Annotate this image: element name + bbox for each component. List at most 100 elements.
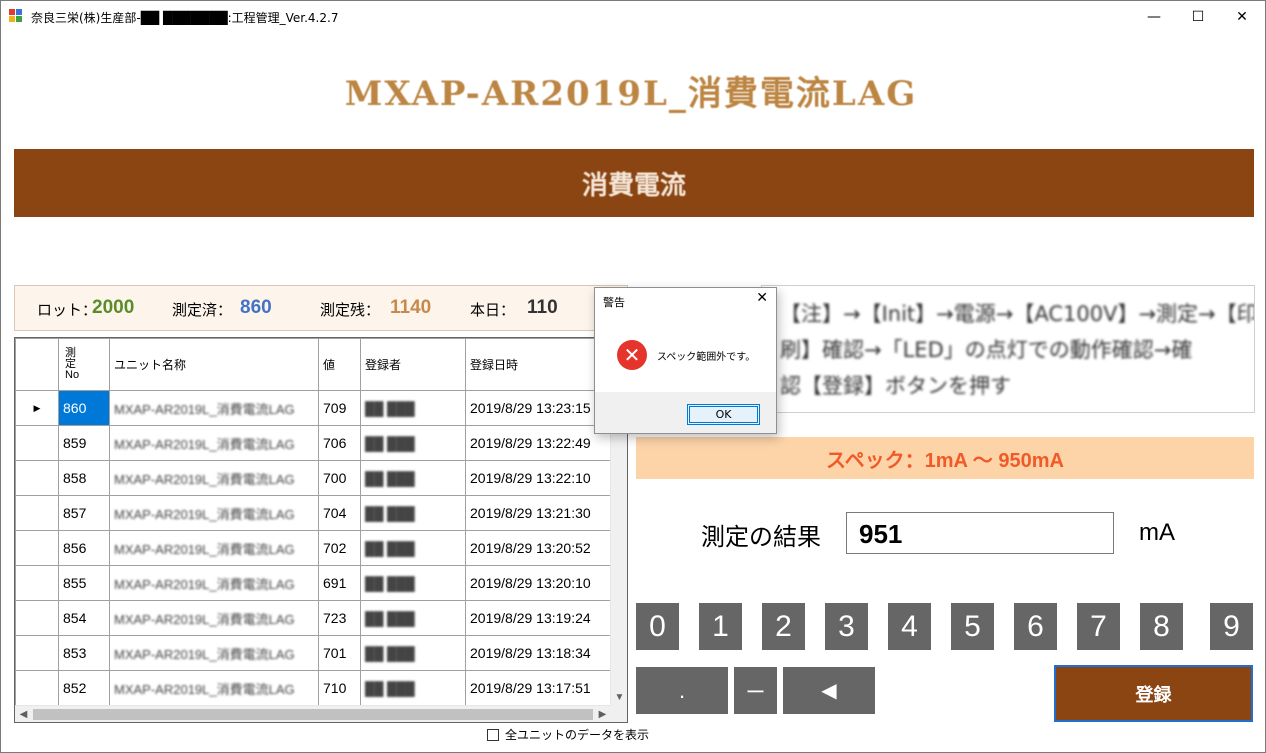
key-2[interactable]: 2 [762,603,805,650]
cell-value[interactable]: 701 [318,635,361,671]
table-row[interactable]: 855 MXAP-AR2019L_消費電流LAG 691 ██ ███ 2019/8/2… [15,565,616,601]
cell-value[interactable]: 709 [318,390,361,426]
cell-value[interactable]: 704 [318,495,361,531]
cell-no[interactable]: 854 [58,600,110,636]
row-indicator-icon[interactable] [15,530,59,566]
cell-date[interactable]: 2019/8/29 13:18:34 [465,635,616,671]
cell-user[interactable]: ██ ███ [360,600,466,636]
counters-bar: ロット： 2000 測定済： 860 測定残： 1140 本日： 110 [14,285,628,331]
row-indicator-icon[interactable] [15,670,59,706]
cell-user[interactable]: ██ ███ [360,425,466,461]
cell-value[interactable]: 702 [318,530,361,566]
backspace-icon[interactable]: ◀ [783,667,875,714]
key-5[interactable]: 5 [951,603,994,650]
minimize-button[interactable]: — [1131,1,1177,32]
table-row[interactable]: 853 MXAP-AR2019L_消費電流LAG 701 ██ ███ 2019/8/2… [15,635,616,671]
measurement-grid[interactable]: 測 定 No ユニット名称 値 登録者 登録日時 ▶ 860 MXAP-AR2019… [14,337,628,723]
table-row[interactable]: 852 MXAP-AR2019L_消費電流LAG 710 ██ ███ 2019/8/2… [15,670,616,706]
row-indicator-icon[interactable] [15,460,59,496]
cell-date[interactable]: 2019/8/29 13:22:49 [465,425,616,461]
cell-date[interactable]: 2019/8/29 13:20:52 [465,530,616,566]
close-button[interactable]: ✕ [1219,1,1265,32]
cell-unit-name[interactable]: MXAP-AR2019L_消費電流LAG [109,530,319,566]
row-indicator-icon[interactable] [15,635,59,671]
table-row[interactable]: 859 MXAP-AR2019L_消費電流LAG 706 ██ ███ 2019/8/2… [15,425,616,461]
cell-unit-name[interactable]: MXAP-AR2019L_消費電流LAG [109,635,319,671]
cell-value[interactable]: 710 [318,670,361,706]
result-input[interactable]: 951 [846,512,1114,554]
scroll-down-arrow-icon[interactable]: ▼ [611,689,627,706]
cell-value[interactable]: 723 [318,600,361,636]
cell-user[interactable]: ██ ███ [360,635,466,671]
column-header-unit-name[interactable]: ユニット名称 [109,338,319,391]
cell-date[interactable]: 2019/8/29 13:19:24 [465,600,616,636]
horizontal-scrollbar[interactable]: ◀ ▶ [15,705,611,722]
scroll-right-arrow-icon[interactable]: ▶ [594,706,611,722]
cell-user[interactable]: ██ ███ [360,530,466,566]
key-9[interactable]: 9 [1210,603,1253,650]
cell-no[interactable]: 856 [58,530,110,566]
lot-label: ロット： [37,302,98,319]
cell-no[interactable]: 853 [58,635,110,671]
row-indicator-icon[interactable] [15,600,59,636]
row-indicator-icon[interactable] [15,565,59,601]
cell-user[interactable]: ██ ███ [360,670,466,706]
dialog-close-icon[interactable]: ✕ [756,290,768,306]
cell-no[interactable]: 860 [58,390,110,426]
cell-value[interactable]: 706 [318,425,361,461]
cell-date[interactable]: 2019/8/29 13:17:51 [465,670,616,706]
cell-user[interactable]: ██ ███ [360,460,466,496]
key-minus[interactable]: ー [734,667,777,714]
key-1[interactable]: 1 [699,603,742,650]
cell-date[interactable]: 2019/8/29 13:22:10 [465,460,616,496]
key-7[interactable]: 7 [1077,603,1120,650]
horizontal-scroll-thumb[interactable] [33,709,593,720]
ok-button[interactable]: OK [687,404,760,425]
scroll-left-arrow-icon[interactable]: ◀ [15,706,32,722]
register-button[interactable]: 登録 [1054,665,1253,722]
cell-unit-name[interactable]: MXAP-AR2019L_消費電流LAG [109,565,319,601]
cell-user[interactable]: ██ ███ [360,390,466,426]
cell-no[interactable]: 852 [58,670,110,706]
show-all-units-checkbox[interactable]: 全ユニットのデータを表示 [487,726,649,743]
row-indicator-icon[interactable]: ▶ [15,390,59,426]
maximize-button[interactable]: ☐ [1175,1,1221,32]
row-indicator-icon[interactable] [15,495,59,531]
lot-value: 2000 [92,297,135,318]
title-bar[interactable]: 奈良三栄(株)生産部-██ ███████:工程管理_Ver.4.2.7 — ☐… [1,1,1265,32]
row-indicator-icon[interactable] [15,425,59,461]
cell-no[interactable]: 858 [58,460,110,496]
table-row[interactable]: 857 MXAP-AR2019L_消費電流LAG 704 ██ ███ 2019/8/2… [15,495,616,531]
key-6[interactable]: 6 [1014,603,1057,650]
key-0[interactable]: 0 [636,603,679,650]
table-row[interactable]: 858 MXAP-AR2019L_消費電流LAG 700 ██ ███ 2019/8/2… [15,460,616,496]
cell-unit-name[interactable]: MXAP-AR2019L_消費電流LAG [109,390,319,426]
cell-unit-name[interactable]: MXAP-AR2019L_消費電流LAG [109,670,319,706]
checkbox-box[interactable] [487,728,499,741]
cell-value[interactable]: 691 [318,565,361,601]
cell-unit-name[interactable]: MXAP-AR2019L_消費電流LAG [109,425,319,461]
key-8[interactable]: 8 [1140,603,1183,650]
cell-value[interactable]: 700 [318,460,361,496]
column-header-value[interactable]: 値 [318,338,361,391]
table-row[interactable]: 854 MXAP-AR2019L_消費電流LAG 723 ██ ███ 2019/8/2… [15,600,616,636]
cell-no[interactable]: 859 [58,425,110,461]
key-dot[interactable]: . [636,667,728,714]
column-header-user[interactable]: 登録者 [360,338,466,391]
cell-no[interactable]: 857 [58,495,110,531]
column-header-no[interactable]: 測 定 No [58,338,110,391]
cell-date[interactable]: 2019/8/29 13:20:10 [465,565,616,601]
cell-date[interactable]: 2019/8/29 13:21:30 [465,495,616,531]
key-3[interactable]: 3 [825,603,868,650]
table-row[interactable]: ▶ 860 MXAP-AR2019L_消費電流LAG 709 ██ ███ 2019/8/… [15,390,616,426]
cell-unit-name[interactable]: MXAP-AR2019L_消費電流LAG [109,460,319,496]
key-4[interactable]: 4 [888,603,931,650]
column-header-date[interactable]: 登録日時 [465,338,616,391]
cell-unit-name[interactable]: MXAP-AR2019L_消費電流LAG [109,600,319,636]
cell-date[interactable]: 2019/8/29 13:23:15 [465,390,616,426]
cell-user[interactable]: ██ ███ [360,565,466,601]
cell-unit-name[interactable]: MXAP-AR2019L_消費電流LAG [109,495,319,531]
cell-user[interactable]: ██ ███ [360,495,466,531]
cell-no[interactable]: 855 [58,565,110,601]
table-row[interactable]: 856 MXAP-AR2019L_消費電流LAG 702 ██ ███ 2019/8/2… [15,530,616,566]
